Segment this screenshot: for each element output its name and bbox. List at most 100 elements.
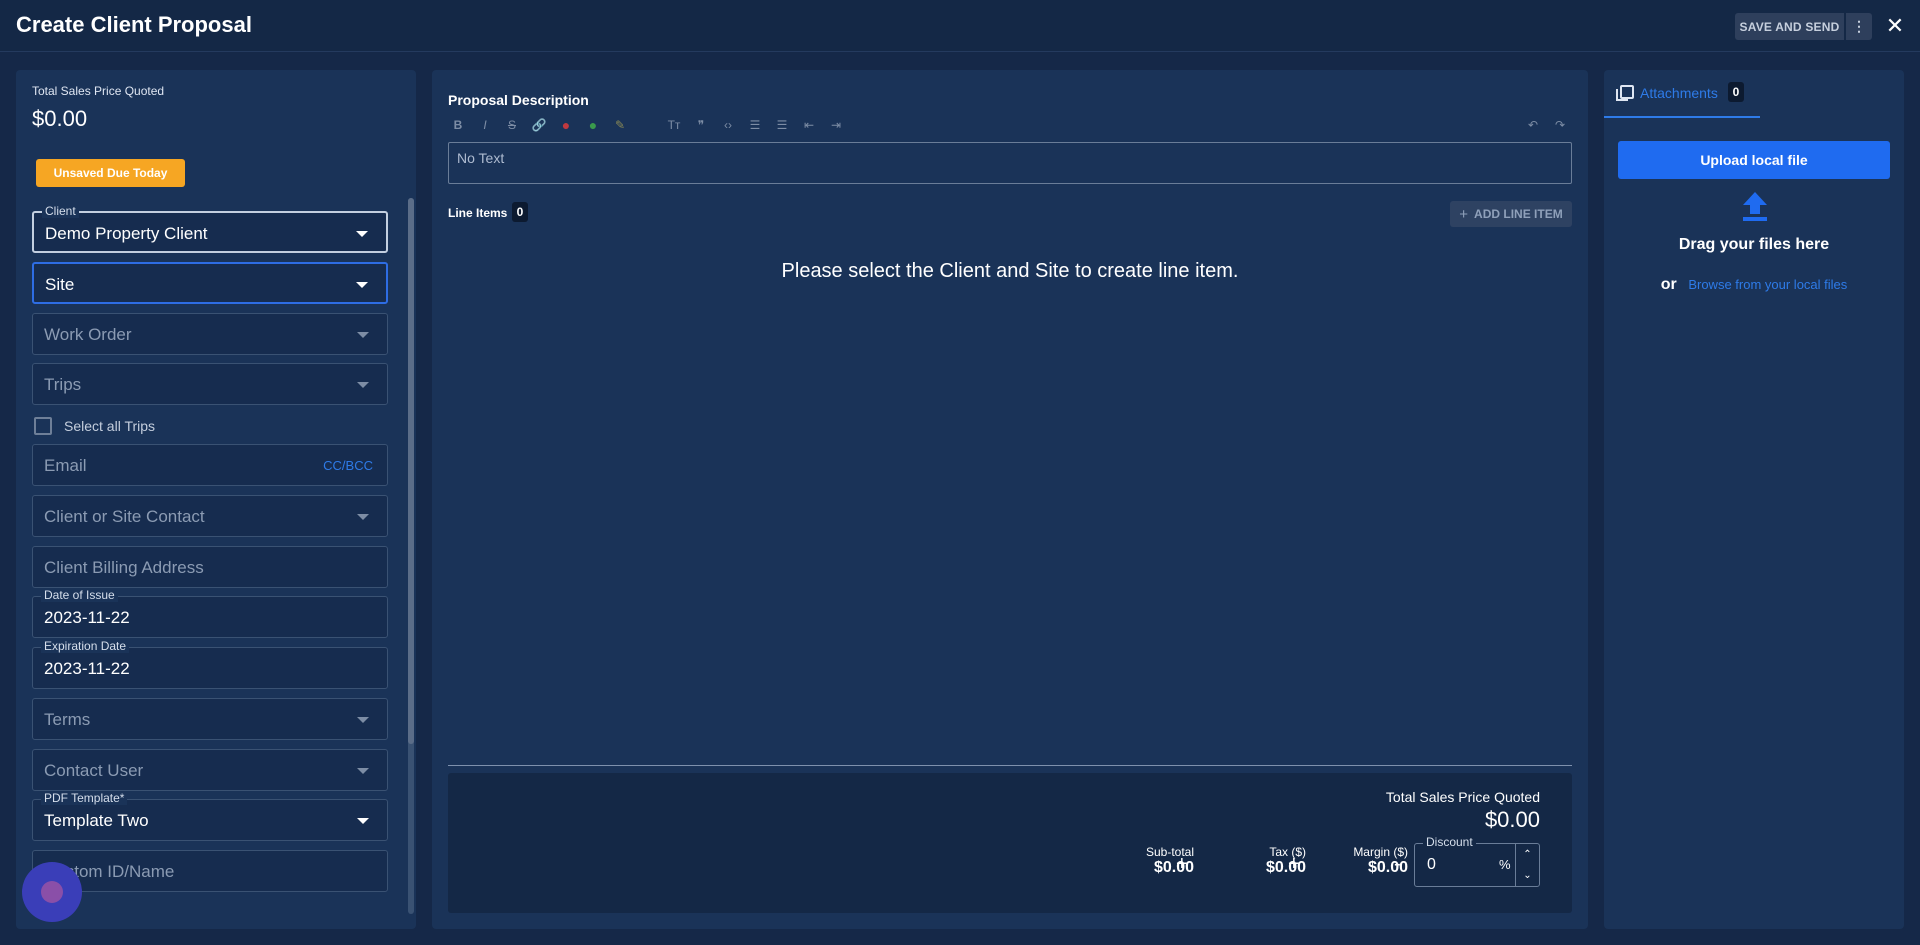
discount-legend: Discount bbox=[1423, 835, 1476, 849]
discount-value: 0 bbox=[1427, 856, 1436, 873]
client-select[interactable]: Client Demo Property Client bbox=[32, 204, 388, 253]
contact-user-placeholder: Contact User bbox=[44, 761, 144, 780]
pen-icon[interactable]: ✎ bbox=[610, 115, 630, 135]
work-order-placeholder: Work Order bbox=[44, 325, 132, 344]
scrollbar-thumb[interactable] bbox=[408, 198, 414, 744]
discount-input[interactable]: Discount 0 % ⌃ ⌄ bbox=[1414, 835, 1540, 887]
total-sales-label: Total Sales Price Quoted bbox=[32, 84, 165, 98]
add-line-item-button[interactable]: + ADD LINE ITEM bbox=[1450, 201, 1572, 227]
save-and-send-button[interactable]: SAVE AND SEND bbox=[1735, 13, 1844, 40]
contact-user-select[interactable]: Contact User bbox=[32, 749, 388, 791]
divider bbox=[448, 765, 1572, 766]
link-icon[interactable]: 🔗 bbox=[529, 115, 549, 135]
highlight-color-icon[interactable]: ● bbox=[583, 115, 603, 135]
discount-stepper[interactable]: ⌃ ⌄ bbox=[1515, 844, 1539, 886]
totals-label: Total Sales Price Quoted bbox=[1385, 789, 1540, 805]
strikethrough-icon[interactable]: S bbox=[502, 115, 522, 135]
more-options-icon[interactable]: ⋮ bbox=[1846, 13, 1872, 40]
date-of-issue-legend: Date of Issue bbox=[41, 588, 118, 602]
numbered-list-icon[interactable]: ☰ bbox=[772, 115, 792, 135]
select-all-trips-checkbox[interactable] bbox=[34, 417, 52, 435]
pdf-template-value: Template Two bbox=[44, 811, 149, 830]
chevron-down-icon bbox=[357, 768, 369, 774]
chevron-down-icon bbox=[357, 818, 369, 824]
contact-select[interactable]: Client or Site Contact bbox=[32, 495, 388, 537]
work-order-select[interactable]: Work Order bbox=[32, 313, 388, 355]
chevron-down-icon bbox=[356, 282, 368, 288]
text-size-icon[interactable]: Tт bbox=[664, 115, 684, 135]
stepper-up-icon[interactable]: ⌃ bbox=[1516, 844, 1539, 865]
totals-summary: Total Sales Price Quoted $0.00 Sub-total… bbox=[448, 773, 1572, 913]
minus-operator: - bbox=[1394, 853, 1401, 875]
editor-text: No Text bbox=[457, 150, 505, 166]
attachments-panel: Attachments 0 Upload local file Drag you… bbox=[1604, 70, 1904, 929]
line-items-label: Line Items bbox=[448, 206, 508, 220]
proposal-description-label: Proposal Description bbox=[448, 92, 589, 108]
chevron-down-icon bbox=[357, 382, 369, 388]
plus-icon: + bbox=[1459, 205, 1469, 223]
italic-icon[interactable]: I bbox=[475, 115, 495, 135]
discount-unit: % bbox=[1499, 857, 1511, 872]
indent-icon[interactable]: ⇥ bbox=[826, 115, 846, 135]
select-all-trips-label: Select all Trips bbox=[64, 418, 156, 434]
total-sales-value: $0.00 bbox=[32, 106, 88, 131]
plus-operator: + bbox=[1176, 853, 1188, 875]
bold-icon[interactable]: B bbox=[448, 115, 468, 135]
attachments-icon bbox=[1616, 85, 1634, 101]
trips-placeholder: Trips bbox=[44, 375, 82, 394]
browse-row: or Browse from your local files bbox=[1604, 276, 1904, 294]
trips-select[interactable]: Trips bbox=[32, 363, 388, 405]
outdent-icon[interactable]: ⇤ bbox=[799, 115, 819, 135]
custom-id-field[interactable]: Custom ID/Name bbox=[32, 850, 388, 892]
add-line-item-label: ADD LINE ITEM bbox=[1474, 207, 1563, 221]
stepper-down-icon[interactable]: ⌄ bbox=[1516, 865, 1539, 886]
email-field[interactable]: Email CC/BCC bbox=[32, 444, 388, 486]
page-title: Create Client Proposal bbox=[16, 12, 252, 37]
upload-local-file-button[interactable]: Upload local file bbox=[1618, 141, 1890, 179]
plus-operator: + bbox=[1288, 853, 1300, 875]
editor-toolbar: B I S 🔗 ● ● ✎ Tт ❞ ‹› ☰ ☰ ⇤ ⇥ ↶ ↷ bbox=[448, 115, 1572, 135]
email-placeholder: Email bbox=[44, 456, 87, 475]
close-icon[interactable]: ✕ bbox=[1882, 13, 1908, 39]
terms-placeholder: Terms bbox=[44, 710, 91, 729]
client-value: Demo Property Client bbox=[45, 224, 208, 243]
date-of-issue-value: 2023-11-22 bbox=[44, 608, 130, 627]
pdf-template-select[interactable]: PDF Template* Template Two bbox=[32, 791, 388, 841]
left-panel-scrollbar[interactable] bbox=[408, 198, 414, 914]
status-badge: Unsaved Due Today bbox=[36, 159, 185, 187]
chevron-down-icon bbox=[357, 332, 369, 338]
chevron-down-icon bbox=[357, 717, 369, 723]
expiration-date-field[interactable]: Expiration Date 2023-11-22 bbox=[32, 639, 388, 689]
attachments-count-badge: 0 bbox=[1728, 82, 1744, 102]
proposal-description-editor[interactable]: No Text bbox=[448, 142, 1572, 184]
contact-placeholder: Client or Site Contact bbox=[44, 507, 205, 526]
code-icon[interactable]: ‹› bbox=[718, 115, 738, 135]
redo-icon[interactable]: ↷ bbox=[1550, 115, 1570, 135]
expiration-date-legend: Expiration Date bbox=[41, 639, 130, 653]
or-text: or bbox=[1660, 276, 1677, 293]
site-select[interactable]: Site bbox=[32, 262, 388, 304]
chat-icon bbox=[41, 881, 63, 903]
upload-arrow-icon bbox=[1743, 192, 1767, 221]
cc-bcc-link[interactable]: CC/BCC bbox=[323, 458, 373, 473]
bullet-list-icon[interactable]: ☰ bbox=[745, 115, 765, 135]
chevron-down-icon bbox=[357, 514, 369, 520]
tab-attachments[interactable]: Attachments 0 bbox=[1604, 70, 1760, 118]
top-bar: Create Client Proposal SAVE AND SEND ⋮ ✕ bbox=[0, 0, 1920, 52]
chevron-down-icon bbox=[356, 231, 368, 237]
proposal-content-panel: Proposal Description B I S 🔗 ● ● ✎ Tт ❞ … bbox=[432, 70, 1588, 929]
site-placeholder: Site bbox=[45, 275, 75, 294]
chat-widget-button[interactable] bbox=[22, 862, 82, 922]
quote-icon[interactable]: ❞ bbox=[691, 115, 711, 135]
browse-local-files-link[interactable]: Browse from your local files bbox=[1688, 277, 1847, 292]
billing-placeholder: Client Billing Address bbox=[44, 558, 204, 577]
expiration-date-value: 2023-11-22 bbox=[44, 659, 130, 678]
text-color-icon[interactable]: ● bbox=[556, 115, 576, 135]
undo-icon[interactable]: ↶ bbox=[1523, 115, 1543, 135]
totals-value: $0.00 bbox=[1484, 807, 1540, 832]
drag-files-text: Drag your files here bbox=[1678, 236, 1830, 253]
billing-address-field[interactable]: Client Billing Address bbox=[32, 546, 388, 588]
terms-select[interactable]: Terms bbox=[32, 698, 388, 740]
pdf-template-legend: PDF Template* bbox=[41, 791, 128, 805]
date-of-issue-field[interactable]: Date of Issue 2023-11-22 bbox=[32, 588, 388, 638]
